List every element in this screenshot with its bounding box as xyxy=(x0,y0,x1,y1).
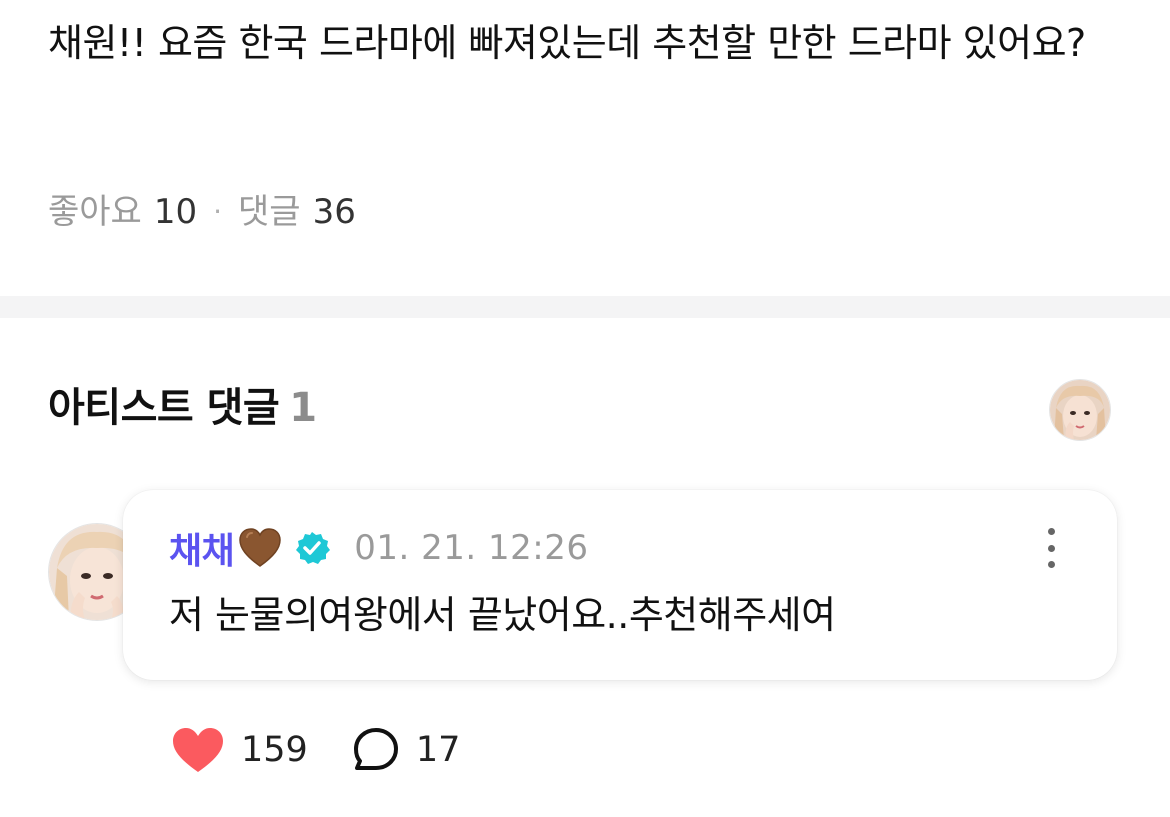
artist-comments-count: 1 xyxy=(289,385,317,431)
reply-count: 17 xyxy=(415,730,461,770)
stats-separator: · xyxy=(213,195,223,228)
heart-icon xyxy=(171,726,225,774)
likes-count[interactable]: 10 xyxy=(154,190,197,234)
comments-count[interactable]: 36 xyxy=(313,190,356,234)
post-text: 채원!! 요즘 한국 드라마에 빠져있는데 추천할 만한 드라마 있어요? xyxy=(48,21,1086,65)
brown-heart-icon xyxy=(239,528,282,567)
comment-header: 채채 01. 21. 12:26 xyxy=(169,524,589,572)
verified-badge-icon xyxy=(296,532,331,564)
comment-timestamp: 01. 21. 12:26 xyxy=(354,528,589,568)
more-options-icon[interactable] xyxy=(1039,528,1063,568)
likes-label: 좋아요 xyxy=(48,192,142,232)
reply-button[interactable]: 17 xyxy=(352,726,461,774)
section-divider xyxy=(0,296,1170,318)
post: 채원!! 요즘 한국 드라마에 빠져있는데 추천할 만한 드라마 있어요? 좋아… xyxy=(0,0,1170,296)
speech-bubble-icon xyxy=(352,726,400,774)
like-button[interactable]: 159 xyxy=(171,726,308,774)
comment-text: 저 눈물의여왕에서 끝났어요..추천해주세여 xyxy=(169,593,836,637)
artist-comments-title: 아티스트 댓글 xyxy=(48,385,280,431)
artist-comment-bubble: 채채 01. 21. 12:26 저 눈물의여왕에서 끝났어요..추천해주세여 xyxy=(123,490,1117,680)
artist-comments-header: 아티스트 댓글 1 xyxy=(48,380,317,436)
comments-label: 댓글 xyxy=(238,192,301,232)
artist-avatar-small[interactable] xyxy=(1049,379,1111,441)
comment-actions: 159 17 xyxy=(171,722,460,778)
post-stats: 좋아요 10 · 댓글 36 xyxy=(48,190,356,234)
like-count: 159 xyxy=(241,730,308,770)
comment-author[interactable]: 채채 xyxy=(169,522,235,574)
